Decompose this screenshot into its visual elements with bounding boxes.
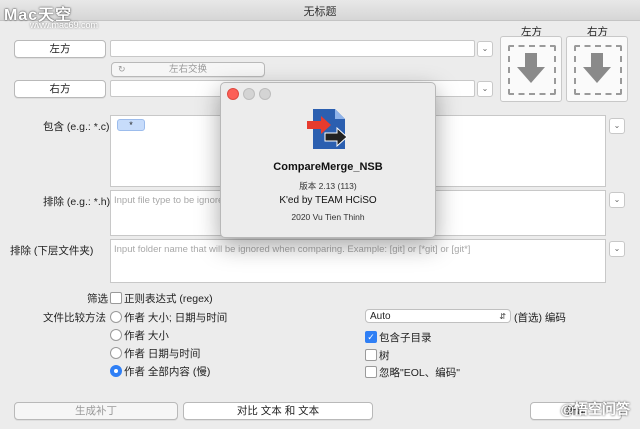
- exclude-placeholder: Input file type to be ignored: [114, 195, 229, 206]
- about-copyright: 2020 Vu Tien Thinh: [291, 212, 365, 222]
- exclude-dropdown[interactable]: ⌄: [609, 192, 625, 208]
- radio-date-label: 作者 日期与时间: [124, 348, 201, 360]
- about-app-name: CompareMerge_NSB: [273, 161, 383, 173]
- exclude-label: 排除 (e.g.: *.h): [43, 196, 111, 208]
- include-dropdown[interactable]: ⌄: [609, 118, 625, 134]
- radio-date[interactable]: [110, 347, 122, 359]
- title-bar: 无标题: [0, 0, 640, 21]
- refresh-icon: ↻: [118, 64, 126, 74]
- regex-label: 正则表达式 (regex): [124, 293, 213, 305]
- tree-label: 树: [379, 350, 390, 362]
- arrow-down-icon: [517, 53, 545, 83]
- left-path-dropdown[interactable]: ⌄: [477, 41, 493, 57]
- include-subdirs-label: 包含子目录: [379, 332, 432, 344]
- ignore-eol-label: 忽略"EOL、编码": [379, 367, 460, 379]
- encoding-value: Auto: [370, 311, 391, 322]
- zoom-icon: [259, 88, 271, 100]
- radio-full-content-label: 作者 全部内容 (慢): [124, 366, 211, 378]
- arrow-down-icon: [583, 53, 611, 83]
- close-icon[interactable]: [227, 88, 239, 100]
- radio-size-date-label: 作者 大小; 日期与时间: [124, 312, 228, 324]
- radio-size[interactable]: [110, 329, 122, 341]
- swap-label: 左右交换: [168, 64, 207, 75]
- ignore-eol-checkbox[interactable]: [365, 366, 377, 378]
- minimize-icon: [243, 88, 255, 100]
- include-label: 包含 (e.g.: *.c): [43, 121, 110, 133]
- filter-label: 筛选: [87, 293, 108, 305]
- compare-button[interactable]: 对比 文本 和 文本: [183, 402, 373, 420]
- tree-checkbox[interactable]: [365, 349, 377, 361]
- select-arrows-icon: ⇵: [499, 312, 506, 321]
- exclude-folder-placeholder: Input folder name that will be ignored w…: [114, 244, 471, 255]
- right-path-dropdown[interactable]: ⌄: [477, 81, 493, 97]
- include-tag[interactable]: *: [117, 119, 145, 131]
- right-drop-area[interactable]: [566, 36, 628, 102]
- encoding-label: (首选) 编码: [514, 312, 566, 324]
- about-dialog: CompareMerge_NSB 版本 2.13 (113) K'ed by T…: [220, 82, 436, 238]
- radio-size-date[interactable]: [110, 311, 122, 323]
- include-subdirs-checkbox[interactable]: ✓: [365, 331, 377, 343]
- radio-size-label: 作者 大小: [124, 330, 169, 342]
- swap-button[interactable]: ↻ 左右交换: [111, 62, 265, 77]
- window-title: 无标题: [303, 6, 337, 18]
- exclude-folder-dropdown[interactable]: ⌄: [609, 241, 625, 257]
- generate-patch-button[interactable]: 生成补丁: [14, 402, 178, 420]
- exclude-folder-field[interactable]: Input folder name that will be ignored w…: [110, 239, 606, 283]
- encoding-select[interactable]: Auto ⇵: [365, 309, 511, 323]
- watermark-url: www.mac69.com: [30, 20, 99, 30]
- regex-checkbox[interactable]: [110, 292, 122, 304]
- left-path-field[interactable]: [110, 40, 475, 57]
- right-button[interactable]: 右方: [14, 80, 106, 98]
- exclude-folder-label: 排除 (下层文件夹): [10, 245, 94, 257]
- radio-full-content[interactable]: [110, 365, 122, 377]
- left-drop-area[interactable]: [500, 36, 562, 102]
- corner-watermark: @悟空问答: [560, 401, 630, 417]
- about-cracked-by: K'ed by TEAM HCiSO: [279, 195, 377, 206]
- about-version: 版本 2.13 (113): [299, 181, 357, 191]
- compare-method-label: 文件比较方法: [43, 312, 106, 324]
- app-icon: [307, 109, 348, 149]
- left-button[interactable]: 左方: [14, 40, 106, 58]
